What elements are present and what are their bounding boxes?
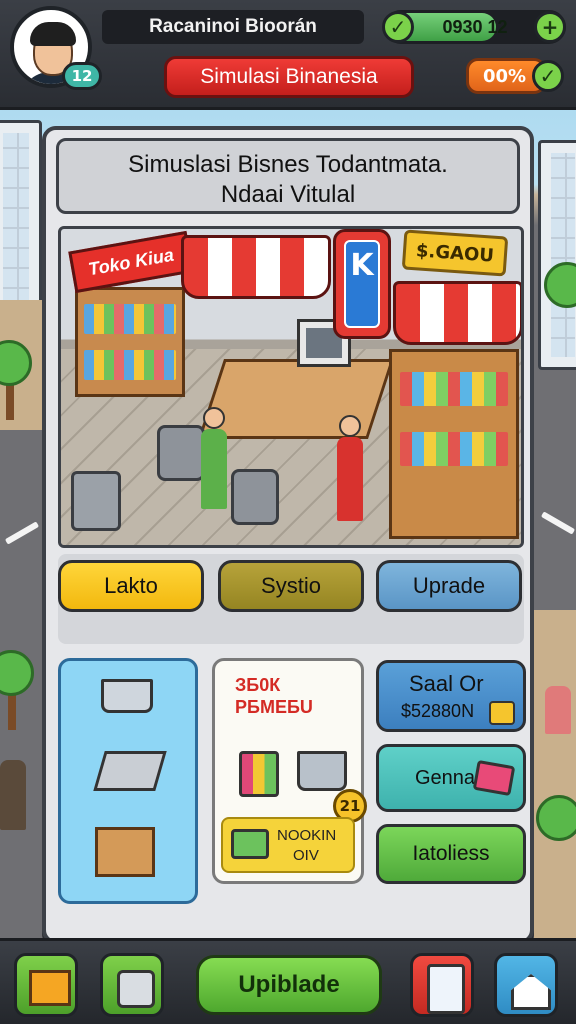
sale-amount: $52880N	[401, 701, 475, 721]
shopping-cart-icon	[297, 751, 347, 791]
plus-icon[interactable]: +	[534, 11, 566, 43]
panel-subtitle: Ndaai Vitulal	[220, 181, 356, 208]
iatoliess-label: Iatoliess	[412, 842, 490, 865]
check-icon[interactable]: ✓	[532, 60, 564, 92]
safe	[71, 471, 121, 531]
awning	[181, 235, 331, 299]
customer	[337, 437, 363, 521]
home-icon[interactable]	[494, 953, 558, 1017]
avatar-hair	[30, 22, 76, 46]
action-row: Lakto Systio Uprade	[58, 554, 524, 644]
promo-line2: РБМЕБU	[235, 697, 313, 717]
tree-trunk	[8, 690, 16, 730]
level-badge: 12	[62, 62, 102, 90]
shelf-products	[84, 350, 176, 380]
road-marking	[540, 511, 576, 535]
awning	[393, 281, 521, 345]
clipboard-icon[interactable]	[410, 953, 474, 1017]
top-bar: 12 Racaninoi Bioorán 0930 12 ✓ + Simulas…	[0, 0, 576, 110]
chair	[231, 469, 279, 525]
product-icon	[231, 829, 269, 859]
brand-letter: K	[344, 240, 380, 328]
robot-icon[interactable]	[100, 953, 164, 1017]
panel-header: Simuslasi Bisnes Todantmata. Ndaai Vitul…	[56, 138, 520, 214]
kiosk-shelf	[389, 349, 519, 539]
shelf-products	[400, 372, 508, 406]
left-shelf	[75, 287, 185, 397]
upgrade-button[interactable]: Upiblade	[196, 955, 382, 1015]
check-icon[interactable]: ✓	[382, 11, 414, 43]
laptop-icon	[93, 751, 167, 791]
sale-label: Saal Or	[409, 671, 484, 696]
shop-sign: Toko Kiua	[68, 230, 194, 294]
worker-head	[203, 407, 225, 429]
sidewalk-right	[534, 610, 576, 940]
shelf-products	[84, 304, 176, 334]
box-icon	[95, 827, 155, 877]
promo-footer-line1: NOOKIN	[277, 827, 337, 844]
road-marking	[4, 521, 40, 545]
pedestrian	[545, 686, 571, 734]
product-icon	[472, 759, 516, 797]
bottom-bar: Upiblade	[0, 938, 576, 1024]
shopping-cart-icon	[101, 679, 153, 713]
genna-button[interactable]: Genna	[376, 744, 526, 812]
customer-head	[339, 415, 361, 437]
sale-button[interactable]: Saal Or $52880N	[376, 660, 526, 732]
tree-trunk	[6, 380, 14, 420]
chair	[157, 425, 205, 481]
building-right	[538, 140, 576, 370]
worker	[201, 429, 227, 509]
iatoliess-button[interactable]: Iatoliess	[376, 824, 526, 884]
uprade-button[interactable]: Uprade	[376, 560, 522, 612]
building-left	[0, 120, 42, 320]
panel-title: Simuslasi Bisnes Todantmata.	[128, 151, 448, 178]
tree	[536, 795, 576, 841]
promo-card[interactable]: ЗБ0К РБМЕБU 21 NOOKIN OIV	[212, 658, 367, 884]
promo-footer-line2: OIV	[293, 847, 319, 864]
shop-icon[interactable]	[14, 953, 78, 1017]
tree	[0, 650, 34, 696]
price-sign: $.GAOU	[401, 229, 509, 277]
systio-button[interactable]: Systio	[218, 560, 364, 612]
counter	[198, 359, 394, 439]
shelf-products	[400, 432, 508, 466]
main-panel: Simuslasi Bisnes Todantmata. Ndaai Vitul…	[42, 126, 534, 944]
items-card[interactable]	[58, 658, 198, 904]
player-name: Racaninoi Bioorán	[102, 10, 364, 44]
pedestrian	[0, 760, 26, 830]
lakto-button[interactable]: Lakto	[58, 560, 204, 612]
brand-board: K	[333, 229, 391, 339]
shop-scene[interactable]: Toko Kiua K $.GAOU	[58, 226, 524, 548]
genna-label: Genna	[415, 767, 476, 789]
currency-value: 0930 12	[442, 16, 508, 37]
promo-line1: ЗБ0К	[235, 675, 281, 695]
promo-footer: NOOKIN OIV	[221, 817, 355, 873]
shopping-bag-icon	[239, 751, 279, 797]
coin-icon	[489, 701, 515, 725]
game-title: Simulasi Binanesia	[164, 56, 414, 98]
